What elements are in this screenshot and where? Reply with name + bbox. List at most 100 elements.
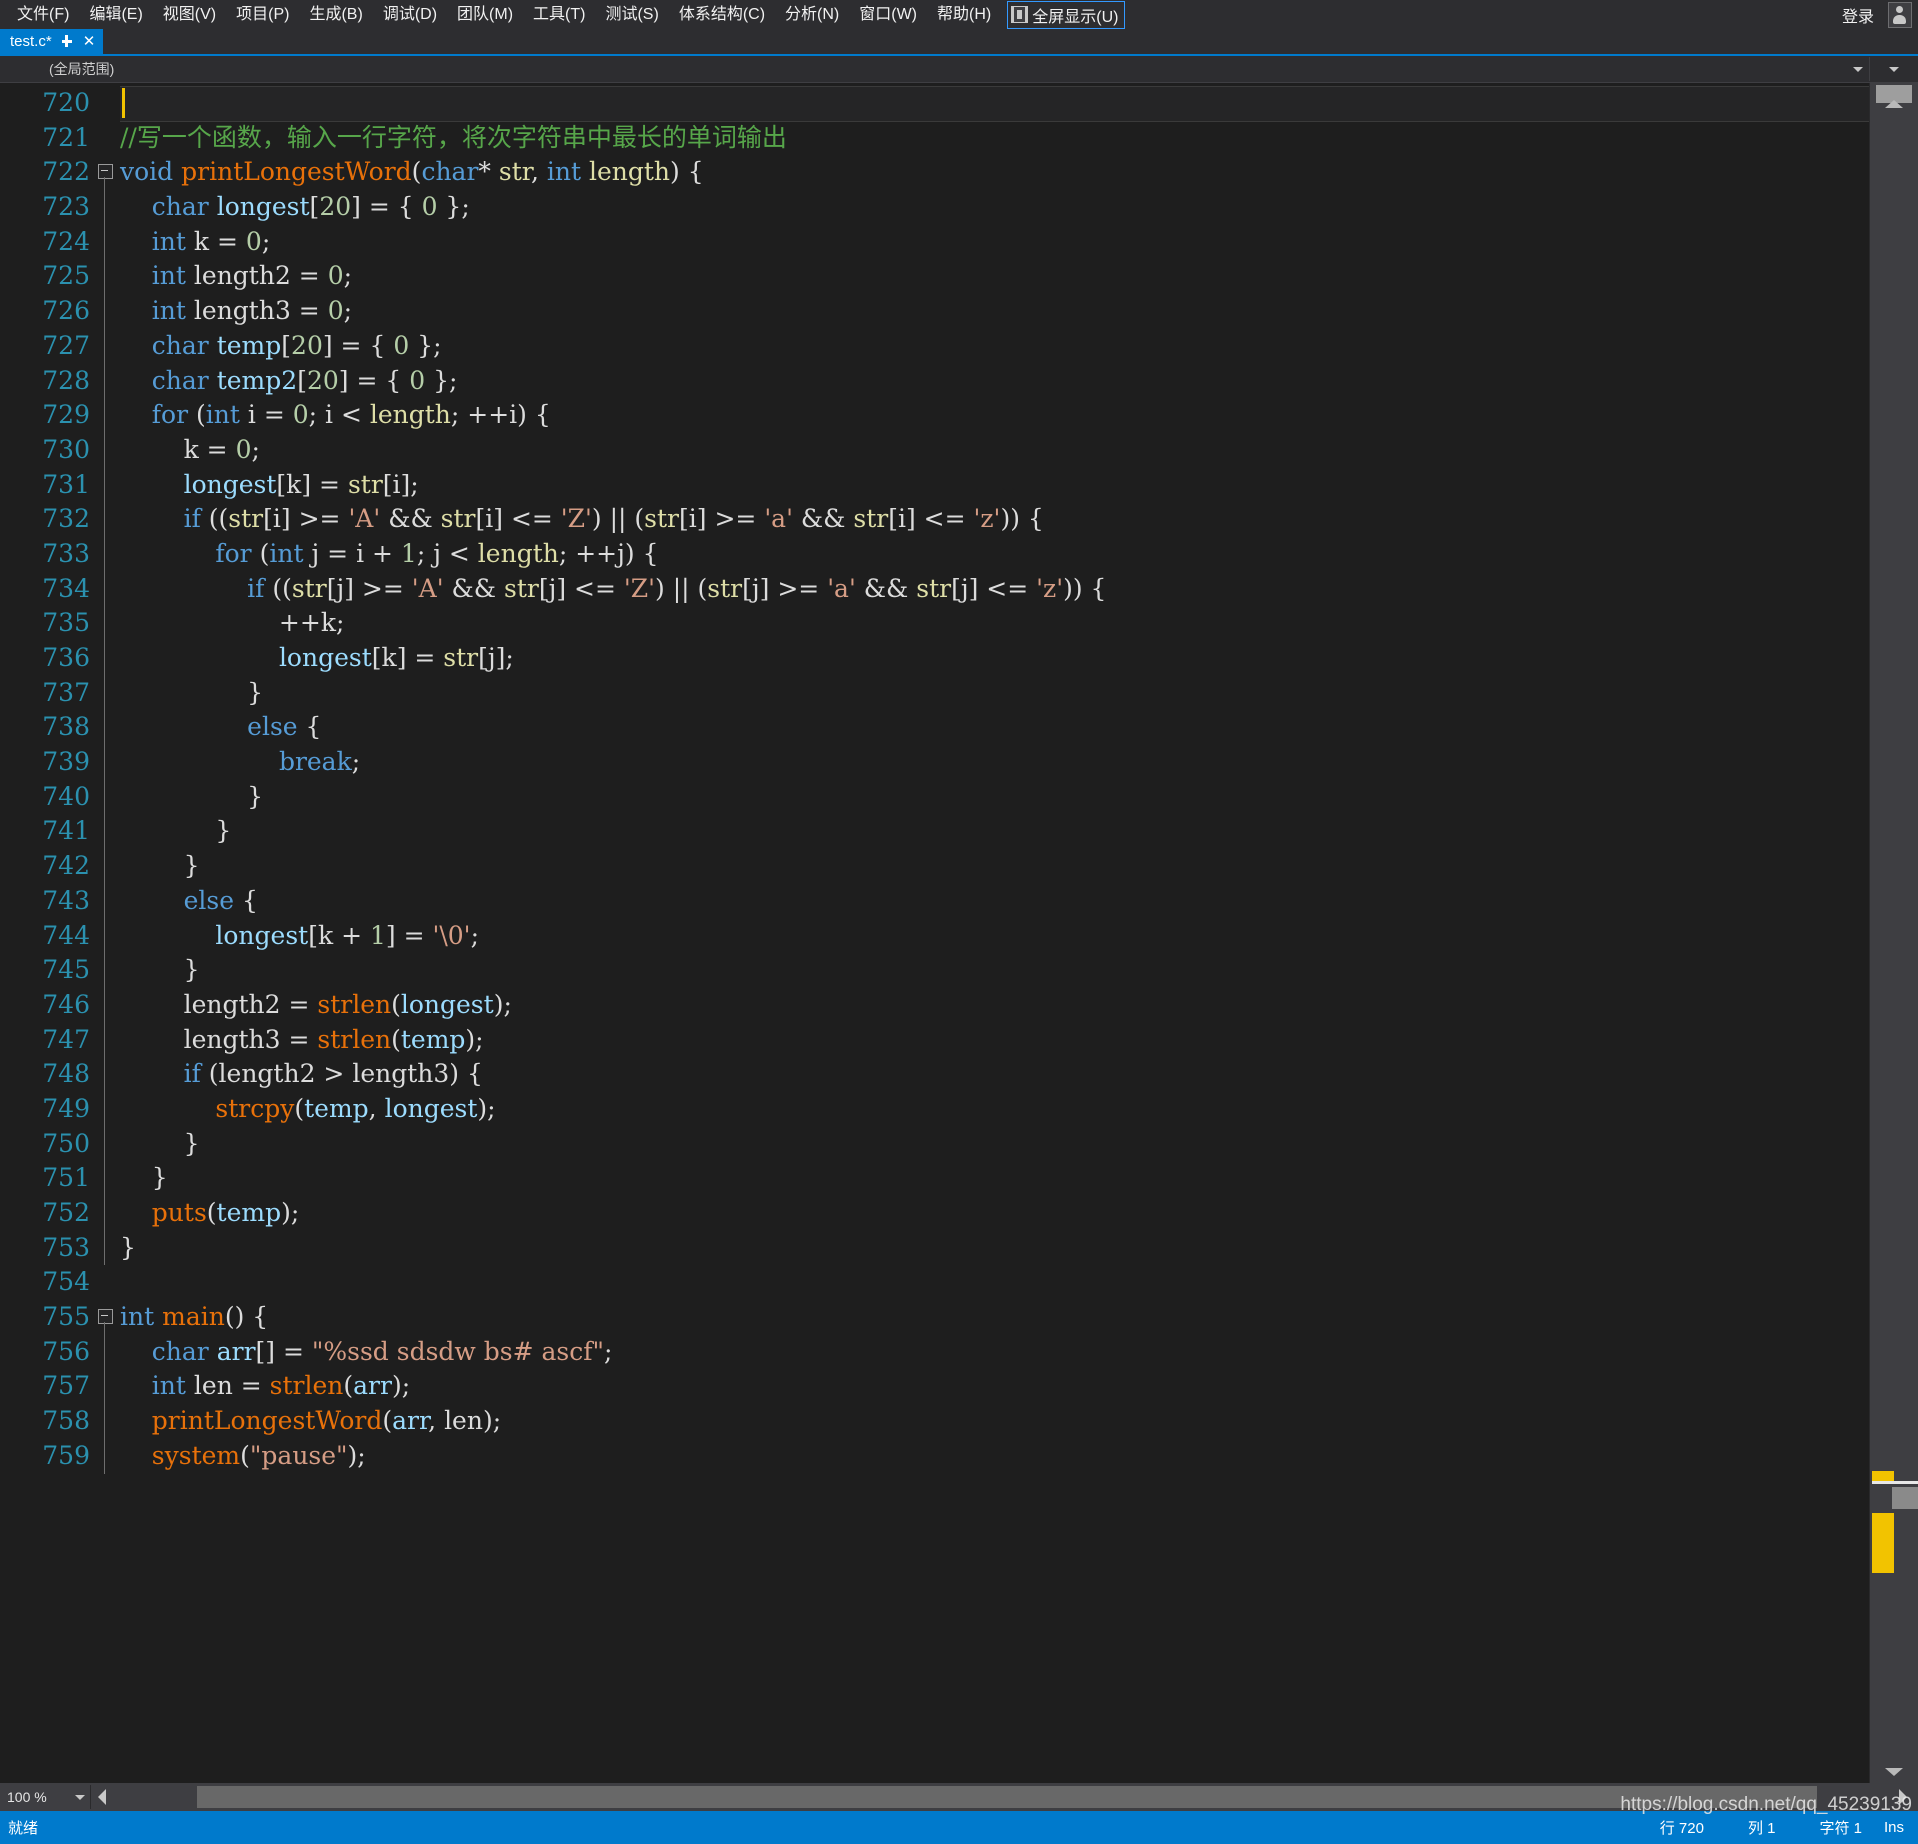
code-line-text[interactable]: longest[k] = str[j];: [120, 641, 1869, 676]
scroll-thumb-secondary[interactable]: [1892, 1487, 1918, 1509]
code-line-text[interactable]: }: [120, 780, 1869, 815]
fold-margin[interactable]: [90, 606, 120, 641]
login-button[interactable]: 登录: [1828, 3, 1888, 27]
code-line-text[interactable]: }: [120, 814, 1869, 849]
code-canvas[interactable]: 720 721 //写一个函数，输入一行字符，将次字符串中最长的单词输出 722 voi…: [18, 83, 1869, 1783]
code-line[interactable]: 756 char arr[] = "%ssd sdsdw bs# ascf";: [18, 1334, 1869, 1370]
code-line[interactable]: 740 }: [18, 779, 1869, 815]
fold-margin[interactable]: [90, 1404, 120, 1439]
code-line-text[interactable]: int length2 = 0;: [120, 259, 1869, 294]
fold-margin[interactable]: [90, 675, 120, 711]
fold-margin[interactable]: [90, 155, 120, 191]
fold-margin[interactable]: [90, 571, 120, 607]
code-line-text[interactable]: if (length2 > length3) {: [120, 1057, 1869, 1092]
code-line-text[interactable]: int length3 = 0;: [120, 294, 1869, 329]
code-line-text[interactable]: system("pause");: [120, 1439, 1869, 1474]
code-line[interactable]: 736 longest[k] = str[j];: [18, 641, 1869, 676]
code-line[interactable]: 750 }: [18, 1126, 1869, 1162]
code-line[interactable]: 747 length3 = strlen(temp);: [18, 1022, 1869, 1058]
code-line-text[interactable]: for (int i = 0; i < length; ++i) {: [120, 398, 1869, 433]
code-line-text[interactable]: if ((str[i] >= 'A' && str[i] <= 'Z') || …: [120, 502, 1869, 537]
code-line[interactable]: 731 longest[k] = str[i];: [18, 467, 1869, 503]
code-line-text[interactable]: char arr[] = "%ssd sdsdw bs# ascf";: [120, 1335, 1869, 1370]
fold-margin[interactable]: [90, 1126, 120, 1162]
code-line-text[interactable]: length3 = strlen(temp);: [120, 1023, 1869, 1058]
fold-margin[interactable]: [90, 224, 120, 260]
code-line-text[interactable]: printLongestWord(arr, len);: [120, 1404, 1869, 1439]
code-line[interactable]: 721 //写一个函数，输入一行字符，将次字符串中最长的单词输出: [18, 121, 1869, 156]
scope-dropdown[interactable]: (全局范围): [35, 57, 1870, 81]
chevron-down-icon-right[interactable]: [1889, 66, 1899, 72]
code-line-text[interactable]: void printLongestWord(char* str, int len…: [120, 155, 1869, 190]
fold-margin[interactable]: [90, 363, 120, 399]
code-line-text[interactable]: }: [120, 1231, 1869, 1266]
menu-item-architecture[interactable]: 体系结构(C): [670, 2, 774, 28]
code-line-text[interactable]: for (int j = i + 1; j < length; ++j) {: [120, 537, 1869, 572]
fold-margin[interactable]: [90, 328, 120, 364]
code-line[interactable]: 733 for (int j = i + 1; j < length; ++j)…: [18, 536, 1869, 572]
vertical-scrollbar[interactable]: [1869, 83, 1918, 1783]
fold-margin[interactable]: [90, 987, 120, 1023]
code-line[interactable]: 757 int len = strlen(arr);: [18, 1369, 1869, 1405]
scroll-right-button[interactable]: [1888, 1784, 1918, 1810]
menu-item-project[interactable]: 项目(P): [227, 2, 298, 28]
scroll-down-button[interactable]: [1870, 1761, 1918, 1783]
code-line-text[interactable]: }: [120, 676, 1869, 711]
fold-margin[interactable]: [90, 121, 120, 156]
menu-item-team[interactable]: 团队(M): [448, 2, 522, 28]
horizontal-scroll-thumb[interactable]: [197, 1786, 1817, 1808]
menu-item-debug[interactable]: 调试(D): [374, 2, 446, 28]
code-line-text[interactable]: }: [120, 1161, 1869, 1196]
code-line-text[interactable]: }: [120, 849, 1869, 884]
menu-item-edit[interactable]: 编辑(E): [80, 2, 151, 28]
code-line[interactable]: 723 char longest[20] = { 0 };: [18, 190, 1869, 225]
code-line[interactable]: 724 int k = 0;: [18, 224, 1869, 260]
fold-margin[interactable]: [90, 641, 120, 676]
code-line[interactable]: 732 if ((str[i] >= 'A' && str[i] <= 'Z')…: [18, 502, 1869, 537]
close-icon[interactable]: ✕: [83, 34, 96, 49]
scroll-thumb-main[interactable]: [1872, 1513, 1894, 1573]
fold-margin[interactable]: [90, 918, 120, 954]
menu-item-tools[interactable]: 工具(T): [524, 2, 594, 28]
menu-item-file[interactable]: 文件(F): [8, 2, 78, 28]
fold-margin[interactable]: [90, 779, 120, 815]
code-line[interactable]: 743 else {: [18, 883, 1869, 919]
account-icon[interactable]: [1888, 1, 1912, 28]
code-line[interactable]: 755 int main() {: [18, 1300, 1869, 1336]
fold-margin[interactable]: [90, 86, 120, 121]
fold-margin[interactable]: [90, 502, 120, 537]
code-line[interactable]: 727 char temp[20] = { 0 };: [18, 328, 1869, 364]
fold-margin[interactable]: [90, 1369, 120, 1405]
code-line-text[interactable]: k = 0;: [120, 433, 1869, 468]
code-line-text[interactable]: char temp[20] = { 0 };: [120, 329, 1869, 364]
pin-icon[interactable]: [61, 35, 74, 48]
code-line[interactable]: 742 }: [18, 849, 1869, 884]
fold-margin[interactable]: [90, 883, 120, 919]
code-line-text[interactable]: break;: [120, 745, 1869, 780]
code-line[interactable]: 754: [18, 1265, 1869, 1300]
code-line[interactable]: 749 strcpy(temp, longest);: [18, 1091, 1869, 1127]
code-line[interactable]: 730 k = 0;: [18, 432, 1869, 468]
code-line-text[interactable]: puts(temp);: [120, 1196, 1869, 1231]
code-line-text[interactable]: longest[k] = str[i];: [120, 468, 1869, 503]
code-line[interactable]: 739 break;: [18, 745, 1869, 780]
fold-margin[interactable]: [90, 1265, 120, 1300]
code-line-text[interactable]: int k = 0;: [120, 225, 1869, 260]
code-line[interactable]: 729 for (int i = 0; i < length; ++i) {: [18, 398, 1869, 433]
code-line[interactable]: 744 longest[k + 1] = '\0';: [18, 918, 1869, 954]
menu-item-help[interactable]: 帮助(H): [928, 2, 1000, 28]
code-line-text[interactable]: longest[k + 1] = '\0';: [120, 919, 1869, 954]
fold-margin[interactable]: [90, 710, 120, 746]
collapse-icon[interactable]: [98, 1309, 113, 1325]
code-line-text[interactable]: char temp2[20] = { 0 };: [120, 364, 1869, 399]
code-line-text[interactable]: }: [120, 1127, 1869, 1162]
tab-test-c[interactable]: test.c* ✕: [0, 29, 104, 54]
code-line[interactable]: 735 ++k;: [18, 606, 1869, 641]
fold-margin[interactable]: [90, 536, 120, 572]
code-line[interactable]: 725 int length2 = 0;: [18, 259, 1869, 295]
fold-margin[interactable]: [90, 849, 120, 884]
code-line[interactable]: 753}: [18, 1230, 1869, 1266]
code-line[interactable]: 738 else {: [18, 710, 1869, 746]
fold-margin[interactable]: [90, 745, 120, 780]
code-line[interactable]: 726 int length3 = 0;: [18, 294, 1869, 329]
